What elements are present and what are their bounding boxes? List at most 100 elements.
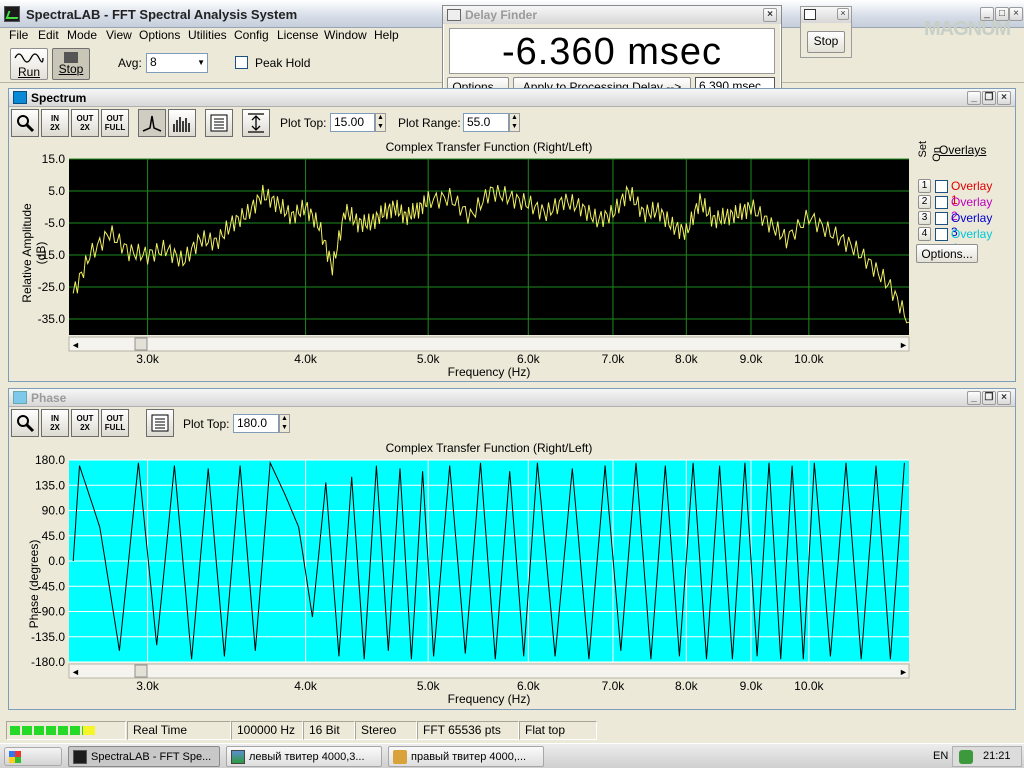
line-mode-icon[interactable] <box>138 109 166 137</box>
stop-button[interactable]: Stop <box>52 48 90 80</box>
zoom-out-2x-icon[interactable]: OUT 2X <box>71 109 99 137</box>
y-tick-label: -25.0 <box>38 280 66 294</box>
properties-icon[interactable] <box>146 409 174 437</box>
y-tick-label: -90.0 <box>38 605 66 619</box>
overlay-set-button-1[interactable]: 1 <box>918 179 931 193</box>
overlay-set-button-2[interactable]: 2 <box>918 195 931 209</box>
zoom-out-full-icon[interactable]: OUT FULL <box>101 109 129 137</box>
properties-icon[interactable] <box>205 109 233 137</box>
magnum-logo: MAGNUM <box>924 18 1011 40</box>
avg-select[interactable]: 8 ▼ <box>146 53 208 73</box>
spectrum-minimize-icon[interactable]: _ <box>967 91 981 105</box>
scroll-left-icon: ◄ <box>71 667 80 677</box>
overlay-checkbox-3[interactable] <box>935 212 948 225</box>
spin-up-icon[interactable]: ▲ <box>280 415 289 424</box>
level-meter <box>6 721 126 740</box>
phase-close-icon[interactable]: × <box>997 391 1011 405</box>
plot-range-spinner[interactable]: ▲ ▼ <box>509 113 520 132</box>
zoom-icon[interactable] <box>11 409 39 437</box>
menu-options[interactable]: Options <box>139 28 180 42</box>
taskbar-item-left-tweeter[interactable]: левый твитер 4000,3... <box>226 746 382 767</box>
spectrum-titlebar: Spectrum _ ❐ × <box>9 89 1015 107</box>
plot-top-label: Plot Top: <box>280 116 327 130</box>
x-tick-label: 3.0k <box>136 679 160 693</box>
stop-mini-button[interactable]: Stop <box>807 31 845 53</box>
status-bar: Real Time 100000 Hz 16 Bit Stereo FFT 65… <box>0 720 1024 742</box>
shield-icon[interactable] <box>959 750 973 764</box>
x-tick-label: 5.0k <box>417 679 441 693</box>
overlay-checkbox-1[interactable] <box>935 180 948 193</box>
horizontal-scrollbar <box>68 336 910 352</box>
autoscale-icon[interactable] <box>242 109 270 137</box>
y-tick-label: -135.0 <box>31 630 65 644</box>
phase-restore-icon[interactable]: ❐ <box>982 391 996 405</box>
zoom-out-full-icon[interactable]: OUT FULL <box>101 409 129 437</box>
taskbar-item-right-tweeter[interactable]: правый твитер 4000,... <box>388 746 544 767</box>
menu-license[interactable]: License <box>277 28 318 42</box>
x-axis-title: Frequency (Hz) <box>448 692 531 706</box>
spectrum-chart[interactable]: 15.0 5.0 -5.0 -15.0 -25.0 -35.0 3.0k 4.0k 5.0k 6.… <box>9 151 914 381</box>
spin-up-icon[interactable]: ▲ <box>376 114 385 123</box>
scroll-left-icon: ◄ <box>71 340 80 350</box>
menu-file[interactable]: File <box>9 28 28 42</box>
peak-hold-checkbox[interactable] <box>235 56 248 69</box>
phase-chart[interactable]: 180.0 135.0 90.0 45.0 0.0 -45.0 -90.0 -135.0 -18… <box>9 452 914 708</box>
spin-up-icon[interactable]: ▲ <box>510 114 519 123</box>
phase-plot-top-input[interactable]: 180.0 <box>233 414 279 433</box>
menu-config[interactable]: Config <box>234 28 269 42</box>
overlay-options-button[interactable]: Options... <box>916 244 978 263</box>
x-tick-label: 3.0k <box>136 352 160 366</box>
menu-edit[interactable]: Edit <box>38 28 59 42</box>
spectrum-title: Spectrum <box>31 91 87 105</box>
menu-utilities[interactable]: Utilities <box>188 28 227 42</box>
x-tick-label: 8.0k <box>675 352 699 366</box>
overlay-set-button-3[interactable]: 3 <box>918 211 931 225</box>
zoom-icon[interactable] <box>11 109 39 137</box>
overlay-set-button-4[interactable]: 4 <box>918 227 931 241</box>
menu-view[interactable]: View <box>106 28 132 42</box>
phase-minimize-icon[interactable]: _ <box>967 391 981 405</box>
zoom-in-2x-icon[interactable]: IN 2X <box>41 109 69 137</box>
spin-down-icon[interactable]: ▼ <box>280 424 289 433</box>
plot-range-input[interactable]: 55.0 <box>463 113 509 132</box>
x-axis-title: Frequency (Hz) <box>448 365 531 379</box>
delay-finder-close-icon[interactable]: × <box>763 8 777 22</box>
zoom-out-2x-icon[interactable]: OUT 2X <box>71 409 99 437</box>
taskbar-item-label: SpectraLAB - FFT Spe... <box>91 751 212 763</box>
close-icon[interactable]: × <box>1009 7 1023 21</box>
delay-finder-title: Delay Finder <box>465 8 538 22</box>
wave-icon <box>804 9 816 20</box>
taskbar-item-spectralab[interactable]: SpectraLAB - FFT Spe... <box>68 746 220 767</box>
bar-mode-icon[interactable] <box>168 109 196 137</box>
zoom-in-2x-icon[interactable]: IN 2X <box>41 409 69 437</box>
delay-finder-window: Delay Finder × -6.360 msec Options... Ap… <box>442 5 782 101</box>
x-tick-label: 8.0k <box>675 679 699 693</box>
overlay-checkbox-2[interactable] <box>935 196 948 209</box>
spin-down-icon[interactable]: ▼ <box>376 123 385 132</box>
plot-top-input[interactable]: 15.00 <box>330 113 375 132</box>
scroll-right-icon: ► <box>899 340 908 350</box>
phase-plot-top-spinner[interactable]: ▲ ▼ <box>279 414 290 433</box>
start-button[interactable] <box>4 747 62 766</box>
menu-mode[interactable]: Mode <box>67 28 97 42</box>
plot-top-spinner[interactable]: ▲ ▼ <box>375 113 386 132</box>
x-tick-label: 4.0k <box>294 679 318 693</box>
language-indicator[interactable]: EN <box>933 750 948 762</box>
run-button[interactable]: Run <box>10 48 48 80</box>
window-title: SpectraLAB - FFT Spectral Analysis Syste… <box>26 7 298 22</box>
spin-down-icon[interactable]: ▼ <box>510 123 519 132</box>
y-tick-label: -5.0 <box>44 216 65 230</box>
menu-help[interactable]: Help <box>374 28 399 42</box>
overlay-checkbox-4[interactable] <box>935 228 948 241</box>
status-window: Flat top <box>519 721 597 740</box>
y-tick-label: -15.0 <box>38 248 66 262</box>
menu-window[interactable]: Window <box>324 28 367 42</box>
spectrum-close-icon[interactable]: × <box>997 91 1011 105</box>
paint-icon <box>393 750 407 764</box>
taskbar: SpectraLAB - FFT Spe... левый твитер 400… <box>0 743 1024 768</box>
y-tick-label: 5.0 <box>48 184 65 198</box>
spectrum-restore-icon[interactable]: ❐ <box>982 91 996 105</box>
wave-icon <box>13 391 27 404</box>
status-rate: 100000 Hz <box>231 721 303 740</box>
stop-mini-close-icon[interactable]: × <box>837 8 849 20</box>
